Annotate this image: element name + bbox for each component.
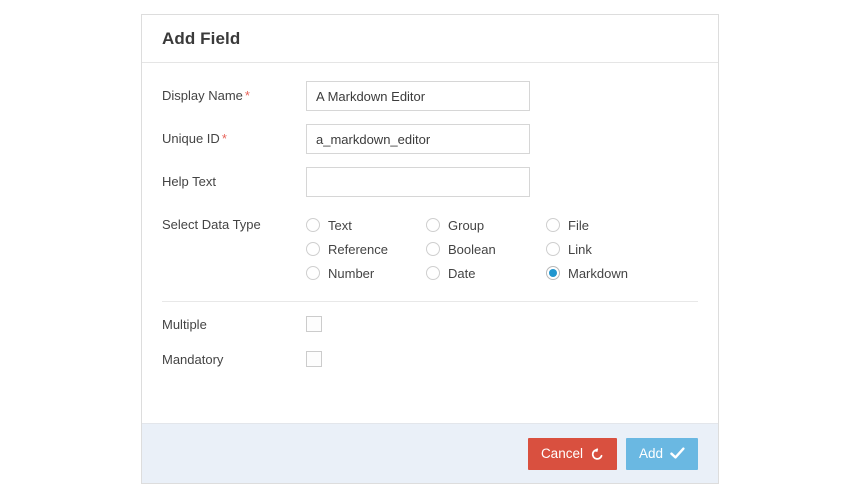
multiple-checkbox[interactable] [306, 316, 322, 332]
check-icon [670, 447, 685, 460]
unique-id-input[interactable] [306, 124, 530, 154]
cancel-button[interactable]: Cancel [527, 437, 617, 470]
radio-option-date[interactable]: Date [426, 261, 546, 285]
radio-option-link[interactable]: Link [546, 237, 686, 261]
mandatory-label: Mandatory [162, 351, 224, 367]
form-row-mandatory: Mandatory [162, 351, 698, 367]
radio-icon [546, 218, 560, 232]
radio-icon-selected [546, 266, 560, 280]
radio-option-label: Markdown [568, 265, 628, 281]
radio-option-label: File [568, 217, 589, 233]
display-name-input[interactable] [306, 81, 530, 111]
add-button-label: Add [638, 445, 663, 461]
undo-icon [590, 447, 604, 461]
radio-option-label: Date [448, 265, 476, 281]
page-title: Add Field [162, 28, 241, 48]
radio-icon [306, 218, 320, 232]
dialog-header: Add Field [142, 15, 718, 63]
radio-option-markdown[interactable]: Markdown [546, 261, 686, 285]
radio-option-group[interactable]: Group [426, 213, 546, 237]
help-text-control [306, 167, 530, 197]
cancel-button-label: Cancel [540, 445, 583, 461]
form-row-unique-id: Unique ID * [162, 124, 698, 154]
data-type-label: Select Data Type [162, 217, 261, 232]
radio-icon [306, 242, 320, 256]
help-text-label-text: Help Text [162, 174, 216, 189]
display-name-label: Display Name * [162, 81, 306, 104]
radio-icon [546, 242, 560, 256]
add-button[interactable]: Add [625, 437, 698, 470]
radio-icon [426, 218, 440, 232]
form-row-help-text: Help Text [162, 167, 698, 197]
form-row-display-name: Display Name * [162, 81, 698, 111]
unique-id-label-text: Unique ID [162, 131, 220, 146]
radio-option-number[interactable]: Number [306, 261, 426, 285]
radio-option-reference[interactable]: Reference [306, 237, 426, 261]
radio-option-label: Group [448, 217, 485, 233]
form-row-data-type: Select Data Type Text Group File Referen… [162, 210, 698, 285]
radio-option-label: Number [328, 265, 375, 281]
add-field-dialog: Add Field Display Name* Unique ID* [141, 14, 719, 484]
required-asterisk: * [221, 131, 227, 146]
data-type-control: Text Group File Reference Boolean Link N… [306, 210, 686, 285]
radio-icon [426, 242, 440, 256]
help-text-label: Help Text [162, 167, 306, 190]
radio-option-label: Text [328, 217, 352, 233]
section-divider [162, 301, 698, 302]
display-name-label-text: Display Name [162, 88, 243, 103]
multiple-label: Multiple [162, 316, 207, 332]
radio-option-text[interactable]: Text [306, 213, 426, 237]
dialog-body: Display Name* Unique ID* Help Text [142, 63, 718, 423]
unique-id-label: Unique ID * [162, 124, 306, 147]
radio-option-file[interactable]: File [546, 213, 686, 237]
dialog-footer: Cancel Add [142, 423, 718, 483]
page-background: Add Field Display Name* Unique ID* [0, 0, 860, 500]
data-type-radio-group: Text Group File Reference Boolean Link N… [306, 210, 686, 285]
radio-icon [426, 266, 440, 280]
radio-option-label: Reference [328, 241, 388, 257]
radio-icon [306, 266, 320, 280]
display-name-control [306, 81, 530, 111]
radio-option-label: Boolean [448, 241, 496, 257]
help-text-input[interactable] [306, 167, 530, 197]
radio-option-boolean[interactable]: Boolean [426, 237, 546, 261]
form-row-multiple: Multiple [162, 316, 698, 332]
mandatory-checkbox[interactable] [306, 351, 322, 367]
unique-id-control [306, 124, 530, 154]
radio-option-label: Link [568, 241, 592, 257]
required-asterisk: * [244, 88, 250, 103]
